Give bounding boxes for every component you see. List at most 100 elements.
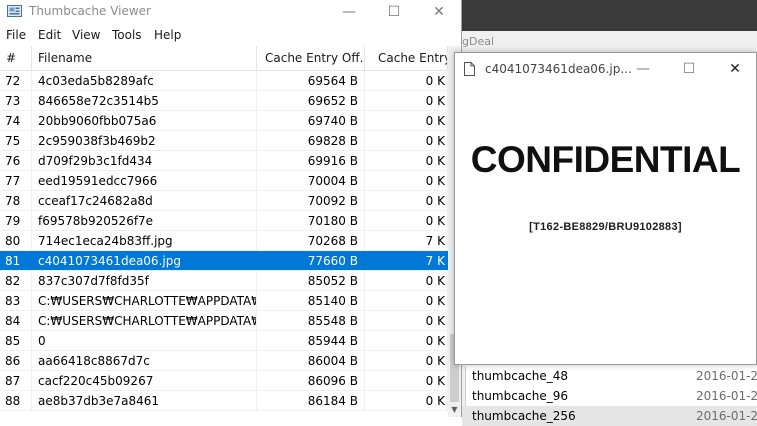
- document-icon: [464, 62, 475, 76]
- row-offset: 86184 B: [257, 391, 365, 410]
- address-bar[interactable]: gDeal: [462, 31, 757, 53]
- row-filename: 2c959038f3b469b2: [32, 131, 257, 150]
- preview-titlebar: c4041073461dea06.jp... — ☐ ✕: [455, 53, 756, 84]
- table-row[interactable]: 76 d709f29b3c1fd434 69916 B0 K: [0, 151, 448, 171]
- preview-minimize-button[interactable]: —: [620, 57, 666, 81]
- row-size: 0 K: [365, 171, 448, 190]
- row-size: 7 K: [365, 231, 448, 250]
- row-index: 83: [0, 291, 32, 310]
- row-index: 86: [0, 351, 32, 370]
- row-offset: 70004 B: [257, 171, 365, 190]
- row-index: 87: [0, 371, 32, 390]
- menu-bar: File Edit View Tools Help: [0, 24, 461, 46]
- table-body: 72 4c03eda5b8289afc 69564 B0 K 73 846658e72c…: [0, 71, 448, 411]
- preview-close-button[interactable]: ✕: [712, 57, 757, 81]
- preview-image-heading: CONFIDENTIAL: [470, 139, 741, 180]
- row-size: 0 K: [365, 271, 448, 290]
- file-name: thumbcache_256: [472, 409, 576, 423]
- preview-maximize-button[interactable]: ☐: [666, 57, 712, 81]
- row-offset: 69916 B: [257, 151, 365, 170]
- scroll-down-arrow-icon[interactable]: ▼: [450, 405, 459, 414]
- close-button[interactable]: ✕: [416, 0, 462, 24]
- row-size: 0 K: [365, 351, 448, 370]
- column-header-size[interactable]: Cache Entry: [365, 46, 448, 71]
- row-size: 0 K: [365, 191, 448, 210]
- table-row[interactable]: 81 c4041073461dea06.jpg 77660 B7 K: [0, 251, 448, 271]
- row-size: 0 K: [365, 311, 448, 330]
- row-filename: c4041073461dea06.jpg: [32, 251, 257, 270]
- row-size: 7 K: [365, 251, 448, 270]
- row-index: 74: [0, 111, 32, 130]
- row-index: 79: [0, 211, 32, 230]
- table-row[interactable]: 72 4c03eda5b8289afc 69564 B0 K: [0, 71, 448, 91]
- table-row[interactable]: 83 C:₩USERS₩CHARLOTTE₩APPDATA₩... 85140 B0…: [0, 291, 448, 311]
- table-row[interactable]: 84 C:₩USERS₩CHARLOTTE₩APPDATA₩... 85548 B0…: [0, 311, 448, 331]
- table-row[interactable]: 77 eed19591edcc7966 70004 B0 K: [0, 171, 448, 191]
- row-size: 0 K: [365, 211, 448, 230]
- table-row[interactable]: 78 cceaf17c24682a8d 70092 B0 K: [0, 191, 448, 211]
- row-filename: f69578b920526f7e: [32, 211, 257, 230]
- file-date: 2016-01-28: [696, 369, 757, 383]
- row-size: 0 K: [365, 391, 448, 410]
- row-size: 0 K: [365, 111, 448, 130]
- row-size: 0 K: [365, 331, 448, 350]
- row-index: 85: [0, 331, 32, 350]
- menu-edit[interactable]: Edit: [38, 28, 61, 42]
- address-text: gDeal: [462, 35, 495, 48]
- table-row[interactable]: 80 714ec1eca24b83ff.jpg 70268 B7 K: [0, 231, 448, 251]
- row-filename: cacf220c45b09267: [32, 371, 257, 390]
- table-row[interactable]: 82 837c307d7f8fd35f 85052 B0 K: [0, 271, 448, 291]
- row-offset: 70092 B: [257, 191, 365, 210]
- file-row-thumbcache-96[interactable]: thumbcache_96 2016-01-28: [462, 386, 757, 406]
- titlebar: Thumbcache Viewer — ☐ ✕: [0, 0, 461, 24]
- column-header-index[interactable]: #: [0, 46, 32, 71]
- maximize-button[interactable]: ☐: [371, 0, 417, 24]
- file-date: 2016-01-28: [696, 389, 757, 403]
- table-row[interactable]: 73 846658e72c3514b5 69652 B0 K: [0, 91, 448, 111]
- minimize-button[interactable]: —: [326, 0, 372, 24]
- row-offset: 69652 B: [257, 91, 365, 110]
- row-index: 80: [0, 231, 32, 250]
- row-filename: ae8b37db3e7a8461: [32, 391, 257, 410]
- menu-file[interactable]: File: [6, 28, 26, 42]
- row-filename: 714ec1eca24b83ff.jpg: [32, 231, 257, 250]
- thumbcache-viewer-window: Thumbcache Viewer — ☐ ✕ File Edit View T…: [0, 0, 462, 417]
- row-filename: 0: [32, 331, 257, 350]
- table-row[interactable]: 88 ae8b37db3e7a8461 86184 B0 K: [0, 391, 448, 411]
- row-filename: 837c307d7f8fd35f: [32, 271, 257, 290]
- file-row-thumbcache-48[interactable]: thumbcache_48 2016-01-28: [462, 366, 757, 386]
- table-row[interactable]: 85 0 85944 B0 K: [0, 331, 448, 351]
- row-offset: 85944 B: [257, 331, 365, 350]
- column-header-offset[interactable]: Cache Entry Off...: [257, 46, 365, 71]
- table-row[interactable]: 75 2c959038f3b469b2 69828 B0 K: [0, 131, 448, 151]
- row-size: 0 K: [365, 71, 448, 90]
- table-row[interactable]: 79 f69578b920526f7e 70180 B0 K: [0, 211, 448, 231]
- row-index: 77: [0, 171, 32, 190]
- row-index: 82: [0, 271, 32, 290]
- row-size: 0 K: [365, 371, 448, 390]
- menu-view[interactable]: View: [72, 28, 100, 42]
- file-date: 2016-01-28: [696, 409, 757, 423]
- table-row[interactable]: 86 aa66418c8867d7c 86004 B0 K: [0, 351, 448, 371]
- table-row[interactable]: 87 cacf220c45b09267 86096 B0 K: [0, 371, 448, 391]
- row-filename: 20bb9060fbb075a6: [32, 111, 257, 130]
- row-size: 0 K: [365, 151, 448, 170]
- menu-help[interactable]: Help: [154, 28, 181, 42]
- row-offset: 86004 B: [257, 351, 365, 370]
- file-row-thumbcache-256[interactable]: thumbcache_256 2016-01-28: [462, 406, 757, 426]
- row-filename: aa66418c8867d7c: [32, 351, 257, 370]
- row-index: 88: [0, 391, 32, 410]
- image-preview-window: c4041073461dea06.jp... — ☐ ✕ CONFIDENTIA…: [454, 52, 757, 365]
- row-offset: 69564 B: [257, 71, 365, 90]
- menu-tools[interactable]: Tools: [112, 28, 142, 42]
- row-size: 0 K: [365, 131, 448, 150]
- column-header-filename[interactable]: Filename: [32, 46, 257, 71]
- row-index: 76: [0, 151, 32, 170]
- row-index: 78: [0, 191, 32, 210]
- preview-title: c4041073461dea06.jp...: [485, 62, 632, 76]
- row-index: 84: [0, 311, 32, 330]
- row-filename: 846658e72c3514b5: [32, 91, 257, 110]
- file-name: thumbcache_48: [472, 369, 569, 383]
- row-offset: 69828 B: [257, 131, 365, 150]
- table-row[interactable]: 74 20bb9060fbb075a6 69740 B0 K: [0, 111, 448, 131]
